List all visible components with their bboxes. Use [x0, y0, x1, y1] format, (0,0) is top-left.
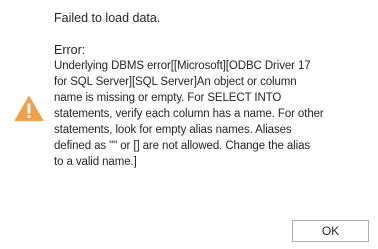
warning-icon [14, 95, 44, 122]
error-label: Error: [54, 43, 86, 57]
error-dialog: Failed to load data. Error: Underlying D… [0, 0, 378, 249]
error-detail-line: defined as "" or [] are not allowed. Cha… [54, 140, 311, 152]
error-detail-line: name is missing or empty. For SELECT INT… [54, 92, 282, 104]
error-detail-line: to a valid name.] [54, 156, 137, 168]
error-detail-line: for SQL Server][SQL Server]An object or … [54, 76, 297, 88]
message-area: Failed to load data. Error: Underlying D… [54, 10, 372, 170]
primary-message: Failed to load data. [54, 11, 161, 25]
error-detail-line: statements, verify each column has a nam… [54, 108, 324, 120]
error-detail-line: Underlying DBMS error[[Microsoft][ODBC D… [54, 60, 311, 72]
error-detail-line: statements, look for empty alias names. … [54, 124, 292, 136]
error-detail: Underlying DBMS error[[Microsoft][ODBC D… [54, 58, 372, 170]
ok-button[interactable]: OK [292, 220, 369, 242]
